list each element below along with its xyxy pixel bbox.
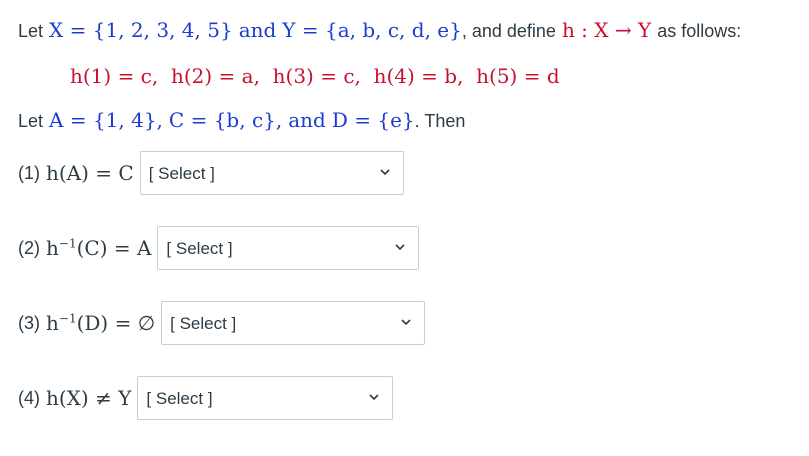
select-value: [ Select ] <box>148 164 215 183</box>
chevron-down-icon <box>395 244 405 251</box>
set-x-definition: X = {1, 2, 3, 4, 5} <box>49 18 233 42</box>
intro-let: Let <box>18 21 44 41</box>
set-d-definition: D = {e} <box>331 108 415 132</box>
mapping-line: h(1) = c, h(2) = a, h(3) = c, h(4) = b, … <box>70 64 560 88</box>
set-c-definition: C = {b, c}, <box>168 108 283 132</box>
question-2: (2) h−1(C) = A [ Select ] <box>18 226 420 270</box>
expr-argument: (D) = ∅ <box>76 311 156 335</box>
question-3: (3) h−1(D) = ∅ [ Select ] <box>18 301 426 345</box>
question-expression: h−1(D) = ∅ <box>46 311 155 335</box>
intro-line: Let X = {1, 2, 3, 4, 5} and Y = {a, b, c… <box>18 18 741 42</box>
question-number: (3) <box>18 312 40 333</box>
select-value: [ Select ] <box>166 239 233 258</box>
function-h-mapping: h(1) = c, h(2) = a, h(3) = c, h(4) = b, … <box>70 64 560 88</box>
expr-inverse-exponent: −1 <box>58 236 77 251</box>
select-value: [ Select ] <box>170 314 237 333</box>
sets-line: Let A = {1, 4}, C = {b, c}, and D = {e} … <box>18 108 465 132</box>
intro-as-follows: as follows: <box>657 21 742 41</box>
sets-then: . Then <box>414 111 466 131</box>
set-a-definition: A = {1, 4}, <box>49 108 163 132</box>
sets-let: Let <box>18 111 44 131</box>
chevron-down-icon <box>380 169 390 176</box>
function-h-signature: h : X → Y <box>561 18 652 42</box>
set-y-definition: Y = {a, b, c, d, e} <box>282 18 462 42</box>
intro-and: and <box>238 18 277 42</box>
question-expression: h(X) ≠ Y <box>46 386 132 410</box>
chevron-down-icon <box>401 319 411 326</box>
answer-select-2[interactable]: [ Select ] <box>157 226 420 270</box>
answer-select-1[interactable]: [ Select ] <box>139 151 404 195</box>
question-4: (4) h(X) ≠ Y [ Select ] <box>18 376 394 420</box>
expr-function: h <box>46 311 59 335</box>
expr-function: h <box>46 236 59 260</box>
chevron-down-icon <box>369 394 379 401</box>
question-expression: h−1(C) = A <box>46 236 151 260</box>
answer-select-4[interactable]: [ Select ] <box>137 376 394 420</box>
select-value: [ Select ] <box>146 389 213 408</box>
intro-define: , and define <box>461 21 556 41</box>
answer-select-3[interactable]: [ Select ] <box>161 301 426 345</box>
sets-and: and <box>288 108 326 132</box>
question-1: (1) h(A) = C [ Select ] <box>18 151 404 195</box>
expr-argument: (C) = A <box>76 236 152 260</box>
question-number: (4) <box>18 387 40 408</box>
question-number: (2) <box>18 237 40 258</box>
question-expression: h(A) = C <box>46 161 134 185</box>
question-number: (1) <box>18 162 40 183</box>
expr-inverse-exponent: −1 <box>58 311 77 326</box>
